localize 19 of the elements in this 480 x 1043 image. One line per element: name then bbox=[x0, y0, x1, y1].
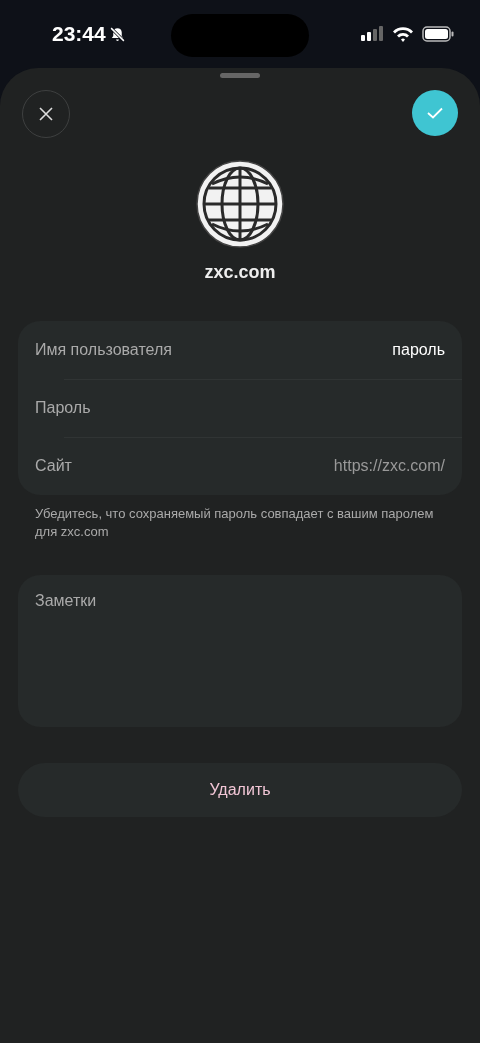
wifi-icon bbox=[392, 26, 414, 42]
confirm-button[interactable] bbox=[412, 90, 458, 136]
notes-field[interactable]: Заметки bbox=[18, 575, 462, 727]
close-icon bbox=[39, 107, 53, 121]
field-label: Пароль bbox=[35, 399, 91, 417]
globe-icon bbox=[196, 160, 284, 248]
site-title: zxc.com bbox=[204, 262, 276, 283]
delete-button[interactable]: Удалить bbox=[18, 763, 462, 817]
close-button[interactable] bbox=[22, 90, 70, 138]
field-label: Имя пользователя bbox=[35, 341, 172, 359]
input-field[interactable]: https://zxc.com/ bbox=[255, 457, 445, 475]
status-time: 23:44 bbox=[52, 22, 106, 46]
battery-icon bbox=[422, 26, 454, 42]
input-field[interactable]: пароль bbox=[255, 341, 445, 359]
hint-text: Убедитесь, что сохраняемый пароль совпадает с вашим паролем для zxc.com bbox=[34, 505, 435, 541]
drag-handle[interactable] bbox=[220, 73, 260, 78]
field-label: Сайт bbox=[35, 457, 72, 475]
signal-icon bbox=[360, 26, 384, 42]
checkmark-icon bbox=[427, 107, 443, 119]
